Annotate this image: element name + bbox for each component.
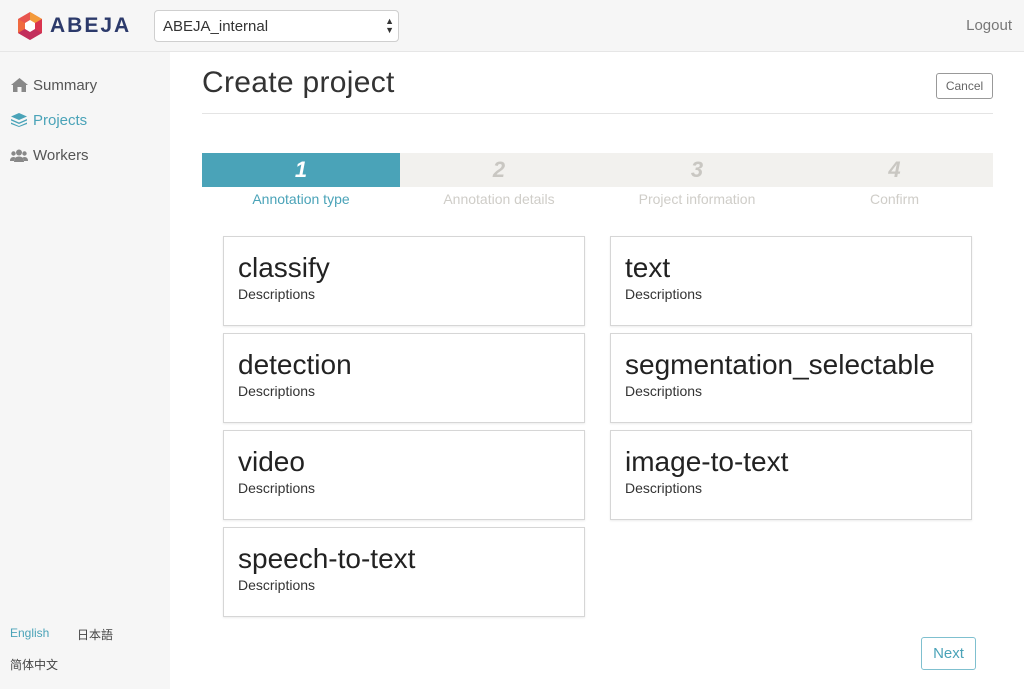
step-number: 1	[202, 153, 400, 187]
card-title: classify	[238, 252, 330, 283]
card-description: Descriptions	[238, 577, 316, 593]
title-divider	[202, 113, 993, 114]
card-description: Descriptions	[625, 383, 703, 399]
step-label: Annotation type	[252, 191, 350, 207]
next-button[interactable]: Next	[921, 637, 976, 670]
sidebar: Summary Projects Workers English 日本語 简体中…	[0, 52, 170, 689]
sidebar-item-workers[interactable]: Workers	[10, 145, 89, 165]
organization-select-value: ABEJA_internal	[163, 17, 269, 35]
step-annotation-type: 1 Annotation type	[202, 153, 400, 207]
card-title: image-to-text	[625, 446, 789, 477]
language-japanese[interactable]: 日本語	[77, 626, 113, 643]
card-description: Descriptions	[625, 480, 703, 496]
page-title: Create project	[202, 66, 395, 99]
card-description: Descriptions	[238, 286, 316, 302]
sidebar-item-label: Summary	[33, 76, 98, 94]
annotation-type-card-segmentation-selectable[interactable]: segmentation_selectable Descriptions	[610, 333, 972, 423]
sidebar-item-label: Workers	[33, 146, 89, 164]
annotation-type-card-text[interactable]: text Descriptions	[610, 236, 972, 326]
annotation-type-card-speech-to-text[interactable]: speech-to-text Descriptions	[223, 527, 585, 617]
brand-name: ABEJA	[50, 14, 132, 37]
step-number: 2	[400, 153, 598, 187]
layers-icon	[10, 113, 28, 127]
card-title: detection	[238, 349, 352, 380]
step-number: 3	[598, 153, 796, 187]
annotation-type-card-video[interactable]: video Descriptions	[223, 430, 585, 520]
abeja-logo-icon	[18, 12, 42, 40]
step-label: Annotation details	[443, 191, 555, 207]
annotation-type-card-image-to-text[interactable]: image-to-text Descriptions	[610, 430, 972, 520]
card-title: segmentation_selectable	[625, 349, 935, 380]
brand-logo[interactable]: ABEJA	[16, 11, 131, 41]
card-description: Descriptions	[238, 383, 316, 399]
sidebar-item-label: Projects	[33, 111, 88, 129]
step-label: Project information	[638, 191, 756, 207]
organization-select[interactable]: ABEJA_internal ▲ ▼	[154, 10, 399, 42]
cancel-button[interactable]: Cancel	[936, 73, 993, 99]
users-icon	[10, 148, 28, 162]
top-bar: ABEJA ABEJA_internal ▲ ▼ Logout	[0, 0, 1024, 52]
card-description: Descriptions	[238, 480, 316, 496]
sidebar-item-projects[interactable]: Projects	[10, 110, 87, 130]
language-simplified-chinese[interactable]: 简体中文	[10, 656, 58, 673]
annotation-type-card-classify[interactable]: classify Descriptions	[223, 236, 585, 326]
sidebar-item-summary[interactable]: Summary	[10, 75, 97, 95]
step-number: 4	[796, 153, 993, 187]
card-description: Descriptions	[625, 286, 703, 302]
step-confirm: 4 Confirm	[796, 153, 993, 207]
annotation-type-card-detection[interactable]: detection Descriptions	[223, 333, 585, 423]
step-label: Confirm	[869, 191, 919, 207]
language-english[interactable]: English	[10, 626, 49, 640]
step-annotation-details: 2 Annotation details	[400, 153, 598, 207]
card-title: text	[625, 252, 671, 283]
home-icon	[10, 78, 28, 92]
main-content: Create project Cancel 1 Annotation type …	[170, 52, 1024, 689]
card-title: speech-to-text	[238, 543, 416, 574]
logout-link[interactable]: Logout	[966, 17, 1012, 34]
card-title: video	[238, 446, 305, 477]
select-arrows-icon: ▲ ▼	[385, 16, 394, 35]
step-project-information: 3 Project information	[598, 153, 796, 207]
